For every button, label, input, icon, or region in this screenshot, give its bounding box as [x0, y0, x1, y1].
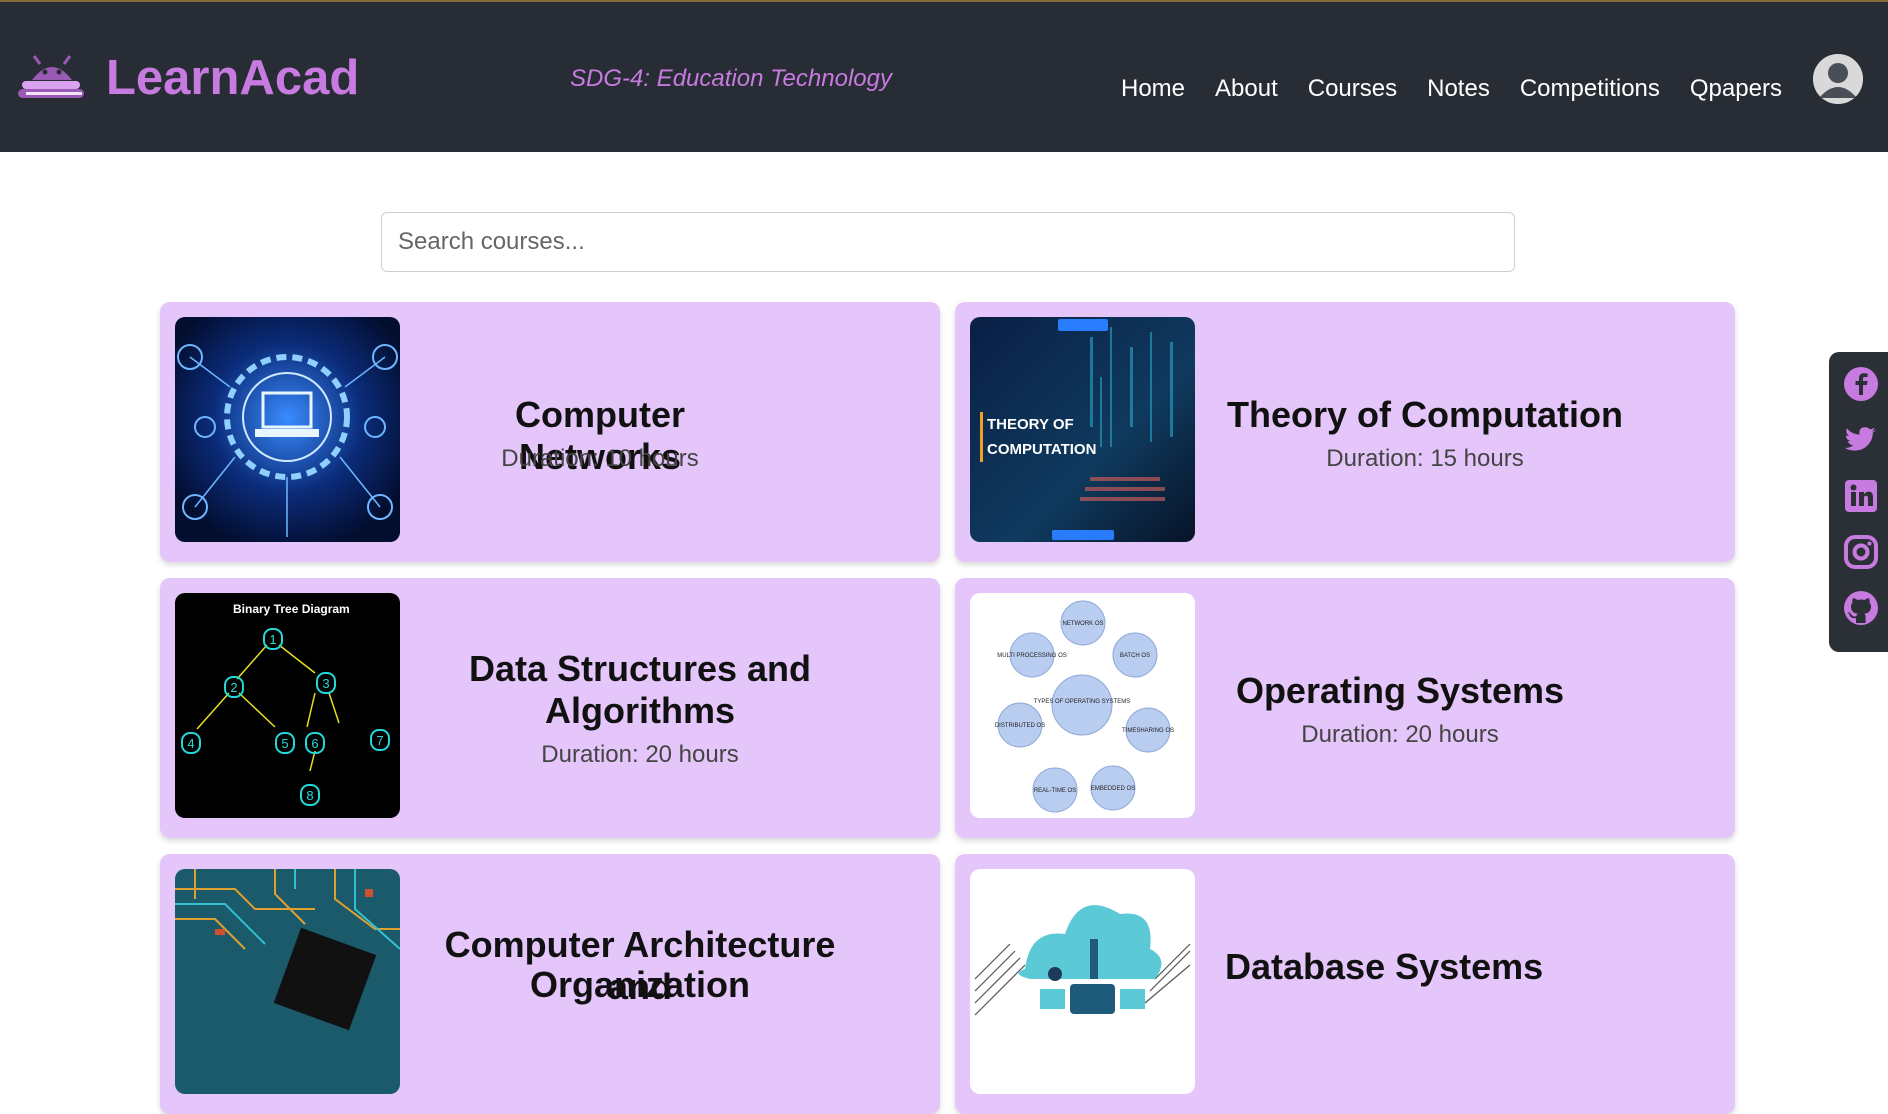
course-title-line1: Data Structures and: [468, 648, 812, 689]
course-duration: Duration: 10 hours: [501, 445, 699, 472]
svg-text:8: 8: [306, 788, 313, 803]
image-caption: Binary Tree Diagram: [233, 602, 350, 616]
course-card-operating-systems[interactable]: TYPES OF OPERATING SYSTEMS NETWORK OS BA…: [955, 578, 1735, 838]
nav-competitions[interactable]: Competitions: [1520, 75, 1660, 103]
brand-name[interactable]: LearnAcad: [106, 50, 359, 106]
linkedin-icon[interactable]: [1843, 478, 1879, 514]
course-card-data-structures[interactable]: Binary Tree Diagram 12345678 Data Struct…: [160, 578, 940, 838]
site-header: LearnAcad SDG-4: Education Technology Ho…: [0, 2, 1888, 152]
course-card-computer-networks[interactable]: Computer Networks Duration: 10 hours: [160, 302, 940, 562]
tagline: SDG-4: Education Technology: [570, 65, 892, 92]
svg-text:7: 7: [376, 733, 383, 748]
course-title-line2: Organization: [529, 964, 750, 1005]
image-caption: BATCH OS: [1120, 653, 1150, 659]
cloud-database-image: [970, 869, 1195, 1094]
image-caption: REAL-TIME OS: [1034, 788, 1076, 794]
image-caption: COMPUTATION: [987, 441, 1096, 458]
theory-of-computation-image: THEORY OF COMPUTATION: [970, 317, 1195, 542]
course-title: Database Systems: [1225, 946, 1544, 987]
svg-text:3: 3: [322, 676, 329, 691]
nav-about[interactable]: About: [1215, 75, 1278, 103]
svg-text:6: 6: [311, 736, 318, 751]
course-duration: Duration: 20 hours: [1301, 721, 1499, 748]
image-caption: TYPES OF OPERATING SYSTEMS: [1034, 699, 1131, 705]
nav-courses[interactable]: Courses: [1308, 75, 1397, 103]
circuit-board-image: [175, 869, 400, 1094]
image-caption: EMBEDDED OS: [1091, 786, 1135, 792]
nav-notes[interactable]: Notes: [1427, 75, 1490, 103]
image-caption: DISTRIBUTED OS: [995, 723, 1045, 729]
instagram-icon[interactable]: [1843, 534, 1879, 570]
github-icon[interactable]: [1843, 590, 1879, 626]
twitter-icon[interactable]: [1843, 422, 1879, 458]
course-card-computer-architecture[interactable]: Computer Architecture and Organization: [160, 854, 940, 1114]
image-caption: TIMESHARING OS: [1122, 728, 1174, 734]
book-logo-icon[interactable]: [16, 52, 88, 104]
course-title-line2: Algorithms: [544, 690, 735, 731]
image-caption: NETWORK OS: [1062, 621, 1103, 627]
social-sidebar: [1829, 352, 1888, 652]
course-duration: Duration: 20 hours: [541, 741, 739, 768]
svg-text:5: 5: [281, 736, 288, 751]
svg-text:4: 4: [187, 736, 194, 751]
facebook-icon[interactable]: [1843, 366, 1879, 402]
svg-text:1: 1: [269, 632, 276, 647]
os-types-diagram-image: TYPES OF OPERATING SYSTEMS NETWORK OS BA…: [970, 593, 1195, 818]
main-nav: Home About Courses Notes Competitions Qp…: [1121, 75, 1812, 103]
nav-qpapers[interactable]: Qpapers: [1690, 75, 1782, 103]
search-container: [381, 212, 1515, 272]
course-card-database-systems[interactable]: Database Systems: [955, 854, 1735, 1114]
search-input[interactable]: [381, 212, 1515, 272]
course-title: Operating Systems: [1235, 670, 1565, 711]
image-caption: MULTI PROCESSING OS: [997, 653, 1067, 659]
course-card-theory-of-computation[interactable]: THEORY OF COMPUTATION Theory of Computat…: [955, 302, 1735, 562]
network-laptop-image: [175, 317, 400, 542]
course-duration: Duration: 15 hours: [1326, 445, 1524, 472]
course-title: Theory of Computation: [1227, 394, 1623, 435]
image-caption: THEORY OF: [987, 416, 1074, 433]
nav-home[interactable]: Home: [1121, 75, 1185, 103]
svg-text:2: 2: [230, 680, 237, 695]
user-avatar-icon[interactable]: [1813, 54, 1863, 104]
binary-tree-image: Binary Tree Diagram 1 2 3 4 5 6 7 8: [175, 593, 400, 818]
